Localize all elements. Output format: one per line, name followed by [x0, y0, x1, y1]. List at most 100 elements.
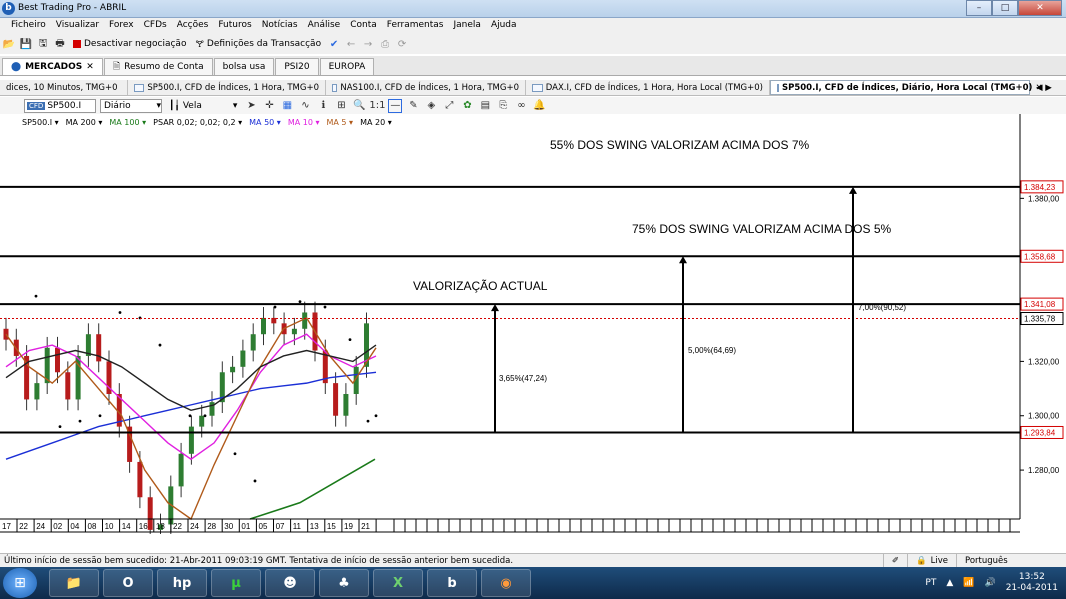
price-chart[interactable]: 1.380,00 1.320,00 1.300,00 1.280,00 1.384,23… [0, 114, 1066, 534]
menu-item-ajuda[interactable]: Ajuda [486, 18, 522, 34]
utorrent-icon[interactable]: µ [211, 569, 261, 597]
forward-arrow-icon[interactable]: → [361, 37, 375, 51]
explorer-icon[interactable]: 📁 [49, 569, 99, 597]
indicator-3[interactable]: PSAR 0,02; 0,02; 0,2 ▾ [153, 118, 242, 130]
shapes-icon[interactable]: ◈ [424, 99, 438, 113]
print-preview-icon[interactable]: ⎙ [378, 37, 392, 51]
open-folder-icon[interactable]: 📂 [2, 37, 16, 51]
candle-body [3, 328, 9, 340]
close-tab-icon[interactable]: ✕ [86, 62, 94, 72]
outlook-icon[interactable]: O [103, 569, 153, 597]
symbol-selector[interactable]: CFD SP500.I [24, 98, 96, 113]
volume-icon[interactable]: 🔊 [984, 578, 995, 588]
chart-type-select[interactable]: ┃╽ Vela ▾ [166, 101, 240, 111]
candle-body [302, 312, 308, 329]
chart-tab-dax-1h[interactable]: DAX.I, CFD de Índices, 1 Hora, Hora Loca… [526, 80, 770, 95]
alert-icon[interactable]: 🔔 [532, 99, 546, 113]
tab-psi20[interactable]: PSI20 [275, 58, 319, 75]
psar-dot [34, 294, 38, 298]
candle-body [137, 461, 143, 498]
minimize-button[interactable]: – [966, 0, 992, 16]
zoom-icon[interactable]: 🔍 [352, 99, 366, 113]
chart-tab-sp500-daily[interactable]: SP500.I, CFD de Índices, Diário, Hora Lo… [770, 80, 1043, 95]
psar-dot [366, 419, 370, 423]
menu-item-accoes[interactable]: Acções [172, 18, 214, 34]
save-icon[interactable]: 💾 [19, 37, 33, 51]
indicator-7[interactable]: MA 20 ▾ [360, 118, 392, 130]
period-select[interactable]: Diário ▾ [100, 98, 162, 113]
best-trading-icon[interactable]: b [427, 569, 477, 597]
indicator-0[interactable]: SP500.I ▾ [22, 118, 59, 130]
back-arrow-icon[interactable]: ← [344, 37, 358, 51]
chart-tab-sp500-1h[interactable]: SP500.I, CFD de Índices, 1 Hora, TMG+0 [128, 80, 326, 95]
link-icon[interactable]: ∞ [514, 99, 528, 113]
tab-europa[interactable]: EUROPA [319, 58, 375, 75]
games-icon[interactable]: ♣ [319, 569, 369, 597]
chevron-down-icon: ▾ [52, 118, 59, 127]
chart-tab-nas100-1h[interactable]: NAS100.I, CFD de Índices, 1 Hora, TMG+0 [326, 80, 526, 95]
menu-item-ferramentas[interactable]: Ferramentas [382, 18, 449, 34]
tab-mercados[interactable]: ⬤ MERCADOS ✕ [2, 58, 103, 75]
cursor-icon[interactable]: ➤ [244, 99, 258, 113]
chart-icon [332, 83, 338, 92]
indicators-icon[interactable]: ▦ [280, 99, 294, 113]
menu-item-cfds[interactable]: CFDs [139, 18, 172, 34]
crosshair-icon[interactable]: ✛ [262, 99, 276, 113]
start-button[interactable]: ⊞ [3, 568, 37, 598]
menu-item-ficheiro[interactable]: Ficheiro [6, 18, 51, 34]
save-as-icon[interactable]: 🖫 [36, 37, 50, 51]
window-icon[interactable]: ⊞ [334, 99, 348, 113]
settings-icon: 🝖 [195, 40, 204, 50]
pen-icon[interactable]: ✐ [882, 553, 907, 568]
print-icon[interactable]: 🖶 [53, 37, 67, 51]
indicator-2[interactable]: MA 100 ▾ [109, 118, 146, 130]
palette-icon[interactable]: ✿ [460, 99, 474, 113]
menu-item-visualizar[interactable]: Visualizar [51, 18, 104, 34]
menu-item-forex[interactable]: Forex [104, 18, 139, 34]
tab-scroll-arrows[interactable]: ◀ ▶ [1030, 80, 1058, 95]
close-button[interactable]: ✕ [1018, 0, 1062, 16]
line-tool-icon[interactable]: — [388, 98, 403, 113]
checkmark-icon[interactable]: ✔ [327, 37, 341, 51]
menu-item-conta[interactable]: Conta [345, 18, 382, 34]
indicator-label: SP500.I [22, 118, 53, 127]
maximize-button[interactable]: □ [992, 0, 1018, 16]
network-icon[interactable]: 📶 [963, 578, 974, 588]
refresh-icon[interactable]: ⟳ [395, 37, 409, 51]
tray-expand-icon[interactable]: ▲ [946, 578, 953, 588]
chart-icon [532, 83, 543, 92]
chart-tab-10min[interactable]: dices, 10 Minutos, TMG+0 [0, 80, 128, 95]
menu-item-futuros[interactable]: Futuros [213, 18, 256, 34]
transaction-settings-button[interactable]: 🝖 Definições da Transacção [192, 35, 324, 53]
candle-body [333, 383, 339, 416]
plot-area [0, 114, 1020, 534]
indicator-1[interactable]: MA 200 ▾ [66, 118, 103, 130]
hp-icon[interactable]: hp [157, 569, 207, 597]
pencil-icon[interactable]: ✎ [406, 99, 420, 113]
tab-bolsa-usa[interactable]: bolsa usa [213, 58, 275, 75]
firefox-icon[interactable]: ◉ [481, 569, 531, 597]
excel-icon[interactable]: X [373, 569, 423, 597]
menu-item-analise[interactable]: Análise [303, 18, 346, 34]
app-logo-icon: b [2, 2, 15, 15]
tab-resumo-de-conta[interactable]: 🗎 Resumo de Conta [103, 58, 213, 75]
messenger-icon[interactable]: ☻ [265, 569, 315, 597]
info-icon[interactable]: ℹ [316, 99, 330, 113]
price-tick-label: 1.320,00 [1028, 357, 1060, 366]
fibonacci-icon[interactable]: ⤢ [442, 99, 456, 113]
indicator-label: MA 50 [249, 118, 275, 127]
indicator-5[interactable]: MA 10 ▾ [288, 118, 320, 130]
export-icon[interactable]: ⎘ [496, 99, 510, 113]
clock[interactable]: 13:52 21-04-2011 [1006, 572, 1058, 594]
language-code[interactable]: PT [925, 578, 936, 588]
workspace-tabs: ⬤ MERCADOS ✕ 🗎 Resumo de Conta bolsa usa PS… [0, 56, 1066, 76]
menu-item-noticias[interactable]: Notícias [257, 18, 303, 34]
template-icon[interactable]: ▤ [478, 99, 492, 113]
menu-item-janela[interactable]: Janela [449, 18, 486, 34]
date-tick-label: 07 [276, 522, 285, 531]
deactivate-trading-button[interactable]: Desactivar negociação [70, 39, 189, 49]
one-to-one-icon[interactable]: 1:1 [369, 99, 385, 113]
studies-icon[interactable]: ∿ [298, 99, 312, 113]
indicator-4[interactable]: MA 50 ▾ [249, 118, 281, 130]
indicator-6[interactable]: MA 5 ▾ [327, 118, 354, 130]
